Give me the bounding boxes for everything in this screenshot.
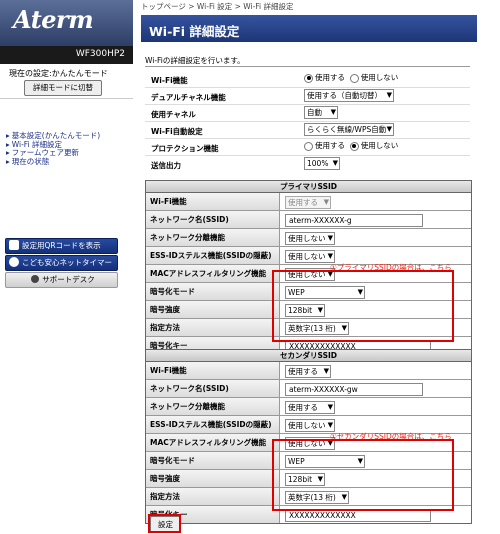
primary-ssid-header: プライマリSSID (146, 181, 471, 193)
row-dual-channel: デュアルチャネル機能 使用する（自動切替） ▼ (145, 88, 470, 105)
primary-encryption-mode-select[interactable]: WEP ▼ (285, 286, 365, 299)
chevron-down-icon: ▼ (330, 108, 336, 116)
bullet-icon: ▸ (6, 156, 10, 166)
page-title: Wi-Fi 詳細設定 (149, 24, 240, 39)
row-channel: 使用チャネル 自動 ▼ (145, 105, 470, 122)
primary-strength-select[interactable]: 128bit ▼ (285, 304, 325, 317)
qr-code-icon (9, 240, 19, 250)
row-power: 送信出力 100% ▼ (151, 157, 340, 170)
table-row: Wi-Fi機能 使用する ▼ (146, 193, 471, 211)
mode-box: 現在の設定:かんたんモード 詳細モードに切替 (0, 64, 133, 99)
table-row: 暗号強度 128bit ▼ (146, 470, 471, 488)
chevron-down-icon: ▼ (323, 367, 329, 375)
table-row: 暗号化モード WEP ▼ (146, 283, 471, 301)
table-row: ネットワーク名(SSID) aterm-XXXXXX-g (146, 211, 471, 229)
primary-key-format-select[interactable]: 英数字(13 桁) ▼ (285, 322, 349, 335)
support-desk-button[interactable]: サポートデスク (5, 272, 118, 288)
secondary-note: ①セカンダリSSIDの場合は、こちら (330, 432, 452, 441)
chevron-down-icon: ▼ (327, 252, 333, 260)
bullet-icon: ▸ (6, 148, 10, 157)
primary-stealth-select[interactable]: 使用しない ▼ (285, 250, 335, 263)
chevron-down-icon: ▼ (327, 403, 333, 411)
table-row: 暗号化キー XXXXXXXXXXXXX (146, 506, 471, 523)
breadcrumb: トップページ > Wi-Fi 設定 > Wi-Fi 詳細設定 (141, 2, 294, 11)
table-row: ネットワーク分離機能 使用しない ▼ (146, 229, 471, 247)
secondary-ssid-header: セカンダリSSID (146, 350, 471, 362)
main-content: トップページ > Wi-Fi 設定 > Wi-Fi 詳細設定 Wi-Fi 詳細設… (133, 0, 500, 534)
wifi-notuse-radio[interactable] (349, 73, 359, 83)
chevron-down-icon: ▼ (332, 159, 338, 167)
row-auto-setup: Wi-Fi自動設定 らくらく無線/WPS自動 ▼ (145, 122, 470, 139)
chevron-down-icon: ▼ (386, 125, 392, 133)
table-row: 指定方法 英数字(13 桁) ▼ (146, 319, 471, 337)
row-wifi-function: Wi-Fi機能 使用する 使用しない (145, 71, 470, 88)
secondary-stealth-select[interactable]: 使用しない ▼ (285, 419, 335, 432)
primary-ssid-input[interactable]: aterm-XXXXXX-g (285, 214, 423, 227)
auto-setup-select[interactable]: らくらく無線/WPS自動 ▼ (304, 123, 394, 136)
table-row: ネットワーク分離機能 使用する ▼ (146, 398, 471, 416)
table-row: 指定方法 英数字(13 桁) ▼ (146, 488, 471, 506)
primary-isolation-select[interactable]: 使用しない ▼ (285, 232, 335, 245)
channel-select[interactable]: 自動 ▼ (304, 106, 338, 119)
sidebar: Aterm WF300HP2 現在の設定:かんたんモード 詳細モードに切替 ▸ 基… (0, 0, 133, 534)
sidebar-nav: ▸ 基本設定(かんたんモード) ▸ Wi-Fi 詳細設定 ▸ ファームウェア更新 ▸ 現… (6, 131, 100, 167)
row-protection: プロテクション機能 使用する 使用しない (145, 139, 470, 156)
chevron-down-icon: ▼ (327, 234, 333, 242)
page-description: Wi-Fiの詳細設定を行います。 (145, 56, 245, 65)
table-row: 暗号化モード WEP ▼ (146, 452, 471, 470)
brand-logo: Aterm (13, 5, 94, 34)
chevron-down-icon: ▼ (317, 306, 323, 314)
switch-detail-mode-button[interactable]: 詳細モードに切替 (24, 80, 102, 96)
chevron-down-icon: ▼ (323, 198, 329, 206)
chevron-down-icon: ▼ (317, 475, 323, 483)
table-row: Wi-Fi機能 使用する ▼ (146, 362, 471, 380)
chevron-down-icon: ▼ (341, 493, 347, 501)
secondary-mac-filter-select[interactable]: 使用しない ▼ (285, 437, 335, 450)
qr-code-button[interactable]: 設定用QRコードを表示 (5, 238, 118, 254)
power-select[interactable]: 100% ▼ (304, 157, 340, 170)
secondary-encryption-mode-select[interactable]: WEP ▼ (285, 455, 365, 468)
submit-button[interactable]: 設定 (150, 516, 181, 533)
chevron-down-icon: ▼ (357, 288, 363, 296)
secondary-strength-select[interactable]: 128bit ▼ (285, 473, 325, 486)
title-bar: Wi-Fi 詳細設定 (141, 15, 477, 42)
chevron-down-icon: ▼ (341, 324, 347, 332)
chevron-down-icon: ▼ (327, 421, 333, 429)
primary-note: ①プライマリSSIDの場合は、こちら (330, 263, 452, 272)
table-row: ネットワーク名(SSID) aterm-XXXXXX-gw (146, 380, 471, 398)
current-mode-text: 現在の設定:かんたんモード (9, 69, 108, 78)
protection-use-radio[interactable] (304, 141, 313, 151)
dual-channel-select[interactable]: 使用する（自動切替） ▼ (304, 89, 394, 102)
model-bar: WF300HP2 (0, 46, 133, 64)
primary-wifi-select[interactable]: 使用する ▼ (285, 196, 331, 209)
secondary-ssid-input[interactable]: aterm-XXXXXX-gw (285, 383, 423, 396)
secondary-key-format-select[interactable]: 英数字(13 桁) ▼ (285, 491, 349, 504)
bullet-icon: ▸ (6, 131, 10, 140)
table-row: 暗号強度 128bit ▼ (146, 301, 471, 319)
protection-notuse-radio[interactable] (349, 141, 359, 151)
nav-status[interactable]: ▸ 現在の状態 (6, 156, 100, 167)
logo-area: Aterm (0, 0, 133, 46)
chevron-down-icon: ▼ (386, 91, 392, 99)
chevron-down-icon: ▼ (357, 457, 363, 465)
timer-icon (9, 257, 19, 267)
basic-settings: Wi-Fi機能 使用する 使用しない デュアルチャネル機能 使用する（自動切替）… (145, 71, 470, 172)
kids-timer-button[interactable]: こども安心ネットタイマー (5, 255, 118, 271)
divider (145, 66, 470, 67)
wifi-use-radio[interactable] (304, 73, 313, 83)
secondary-isolation-select[interactable]: 使用する ▼ (285, 401, 335, 414)
secondary-encryption-key-input[interactable]: XXXXXXXXXXXXX (285, 509, 431, 522)
secondary-wifi-select[interactable]: 使用する ▼ (285, 365, 331, 378)
model-name: WF300HP2 (75, 49, 125, 59)
primary-mac-filter-select[interactable]: 使用しない ▼ (285, 268, 335, 281)
support-icon (31, 275, 40, 283)
